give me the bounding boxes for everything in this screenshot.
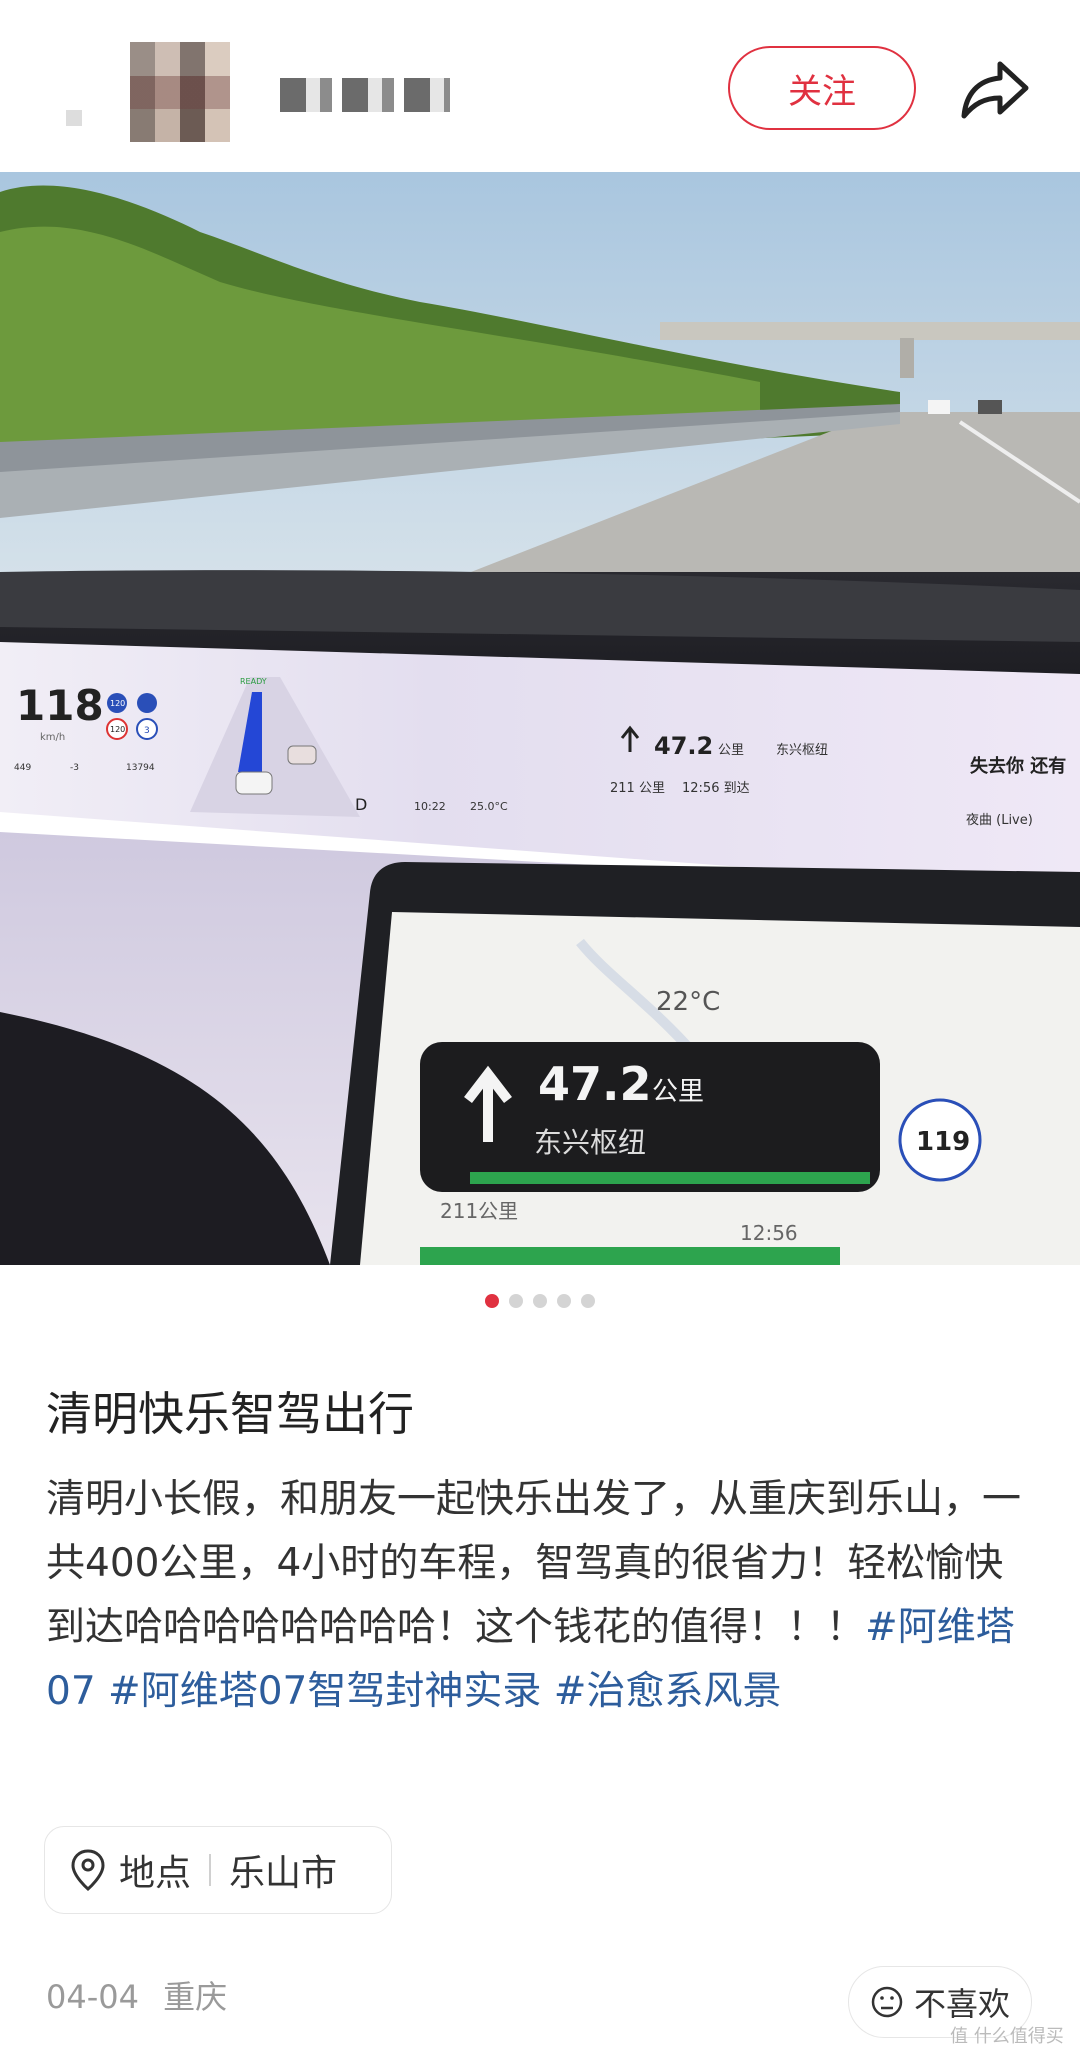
center-speed-badge: 119 <box>916 1127 970 1157</box>
cluster-music-sub: 夜曲 (Live) <box>966 813 1033 828</box>
chip-divider <box>209 1854 212 1886</box>
post-meta: 04-04 重庆 <box>46 1972 227 2018</box>
post-image[interactable]: 118 km/h 120 120 3 449 -3 13794 READY D … <box>0 172 1080 1265</box>
cluster-speed-unit: km/h <box>40 732 65 743</box>
hashtag-link[interactable]: #治愈系风景 <box>554 1669 782 1714</box>
cluster-limit-1: 120 <box>110 699 125 708</box>
carousel-dot[interactable] <box>557 1294 571 1308</box>
follow-button[interactable]: 关注 <box>728 46 916 130</box>
carousel-dot[interactable] <box>509 1294 523 1308</box>
location-value: 乐山市 <box>229 1853 338 1894</box>
location-label: 地点 <box>119 1853 192 1894</box>
center-nav-distance: 47.2 <box>538 1057 652 1111</box>
cluster-gear: D <box>355 795 367 814</box>
center-arrival: 12:56 <box>740 1221 798 1245</box>
hashtag-link[interactable]: #阿维塔07智驾封神实录 <box>108 1669 541 1714</box>
center-nav-road: 东兴枢纽 <box>534 1126 646 1159</box>
center-temp: 22°C <box>656 987 720 1017</box>
post-header: 关注 <box>0 0 1080 172</box>
share-arrow-icon[interactable] <box>956 50 1034 128</box>
carousel-dot[interactable] <box>581 1294 595 1308</box>
username-blurred[interactable] <box>280 78 450 112</box>
frown-face-icon <box>871 1986 903 2018</box>
cluster-time: 10:22 <box>414 800 446 813</box>
location-chip[interactable]: 地点 乐山市 <box>44 1826 392 1914</box>
cluster-stat-2: -3 <box>70 763 79 773</box>
post-region: 重庆 <box>163 1978 228 2016</box>
cluster-stat-1: 449 <box>14 763 31 773</box>
cluster-ready: READY <box>240 677 267 686</box>
carousel-dot[interactable] <box>485 1294 499 1308</box>
post-body: 清明小长假，和朋友一起快乐出发了，从重庆到乐山，一共400公里，4小时的车程，智… <box>46 1468 1036 1724</box>
cluster-limit-2: 120 <box>110 725 125 734</box>
cluster-temp: 25.0°C <box>470 800 508 813</box>
carousel-dot[interactable] <box>533 1294 547 1308</box>
cluster-arrival: 12:56 到达 <box>682 781 750 796</box>
blurred-decoration <box>66 110 82 126</box>
cluster-nav-distance: 47.2 <box>654 732 713 760</box>
cluster-speed: 118 <box>16 681 104 730</box>
post-date: 04-04 <box>46 1978 139 2016</box>
carousel-indicator[interactable] <box>0 1294 1080 1308</box>
cluster-stat-3: 13794 <box>126 763 155 773</box>
center-remaining: 211公里 <box>440 1199 518 1223</box>
watermark: 值 什么值得买 <box>950 2026 1064 2047</box>
cluster-remaining: 211 公里 <box>610 781 665 796</box>
post-title: 清明快乐智驾出行 <box>46 1387 414 1441</box>
avatar[interactable] <box>130 42 230 142</box>
cluster-nav-road: 东兴枢纽 <box>776 743 828 758</box>
location-pin-icon <box>71 1849 105 1891</box>
dislike-label: 不喜欢 <box>913 1985 1010 2023</box>
cluster-music-title: 失去你 还有 <box>970 755 1066 777</box>
center-nav-unit: 公里 <box>652 1077 704 1107</box>
cluster-nav-unit: 公里 <box>718 743 744 758</box>
cluster-lane-num: 3 <box>144 726 150 736</box>
